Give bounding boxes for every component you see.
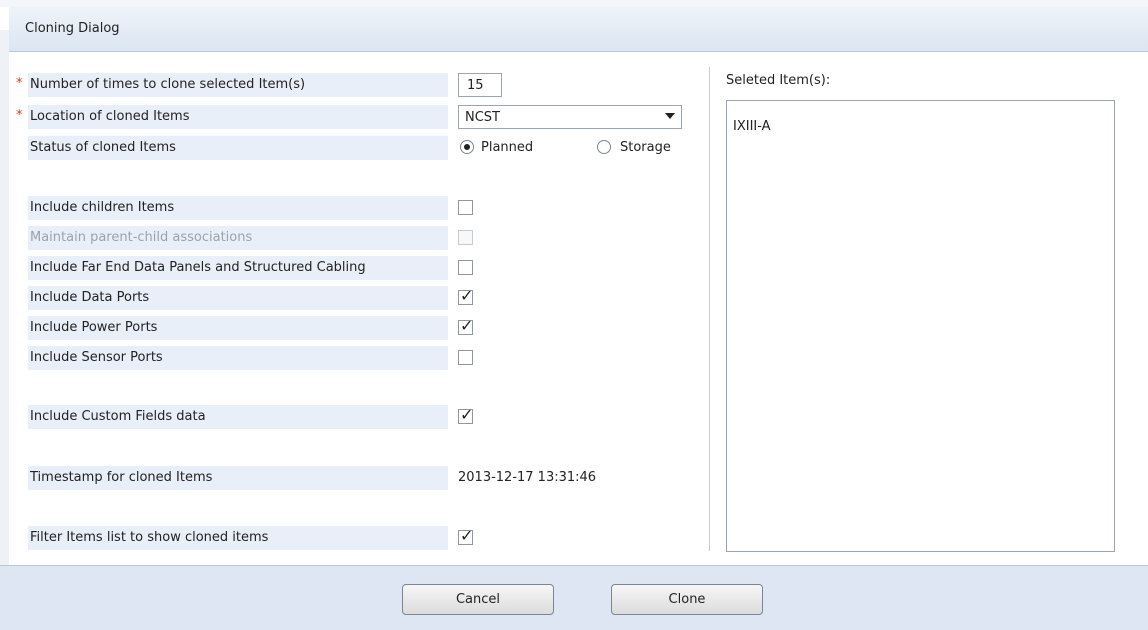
- required-asterisk: *: [16, 76, 23, 91]
- location-select-value: NCST: [465, 110, 500, 125]
- window-top-strip: [0, 0, 1148, 7]
- checkmark-icon: ✓: [460, 286, 474, 305]
- status-planned-radio[interactable]: [460, 140, 474, 154]
- option-label: Include Data Ports: [30, 290, 150, 305]
- option-label: Maintain parent-child associations: [30, 230, 253, 245]
- clone-button[interactable]: Clone: [611, 584, 763, 615]
- selected-items-header: Seleted Item(s):: [726, 73, 831, 88]
- filter-cloned-checkbox[interactable]: ✓: [458, 526, 473, 545]
- selected-items-list[interactable]: IXIII-A: [726, 100, 1115, 552]
- filter-label: Filter Items list to show cloned items: [30, 530, 269, 545]
- status-planned-label[interactable]: Planned: [481, 140, 533, 155]
- option-row: Include children Items: [28, 196, 448, 220]
- option-label: Include children Items: [30, 200, 175, 215]
- location-label: Location of cloned Items: [30, 109, 190, 124]
- cancel-button[interactable]: Cancel: [402, 584, 554, 615]
- include-data-ports-checkbox[interactable]: ✓: [458, 286, 473, 305]
- timestamp-row: Timestamp for cloned Items: [28, 466, 448, 490]
- clone-count-input[interactable]: 15: [458, 73, 502, 97]
- option-row: Include Power Ports: [28, 316, 448, 340]
- option-label: Include Far End Data Panels and Structur…: [30, 260, 366, 275]
- status-storage-radio[interactable]: [597, 140, 611, 154]
- include-power-ports-checkbox[interactable]: ✓: [458, 316, 473, 335]
- include-custom-fields-checkbox[interactable]: ✓: [458, 405, 473, 424]
- option-row: Include Sensor Ports: [28, 346, 448, 370]
- dialog-footer: [0, 565, 1148, 630]
- checkmark-icon: ✓: [460, 405, 474, 424]
- option-row: Maintain parent-child associations: [28, 226, 448, 250]
- dropdown-arrow-icon: [665, 113, 675, 119]
- clone-count-row: * Number of times to clone selected Item…: [16, 73, 448, 97]
- option-label: Include Custom Fields data: [30, 409, 206, 424]
- option-row: Include Far End Data Panels and Structur…: [28, 256, 448, 280]
- maintain-associations-checkbox: [458, 230, 473, 245]
- option-label: Include Power Ports: [30, 320, 158, 335]
- option-row: Include Custom Fields data: [28, 405, 448, 429]
- status-storage-label[interactable]: Storage: [620, 140, 671, 155]
- location-select[interactable]: NCST: [458, 105, 682, 129]
- include-far-end-checkbox[interactable]: [458, 260, 473, 275]
- dialog-titlebar: Cloning Dialog: [9, 7, 1148, 52]
- location-row: * Location of cloned Items: [16, 105, 448, 129]
- checkmark-icon: ✓: [460, 316, 474, 335]
- checkmark-icon: ✓: [460, 526, 474, 545]
- include-children-checkbox[interactable]: [458, 200, 473, 215]
- include-sensor-ports-checkbox[interactable]: [458, 350, 473, 365]
- option-row: Include Data Ports: [28, 286, 448, 310]
- dialog-title: Cloning Dialog: [25, 21, 120, 36]
- status-label: Status of cloned Items: [30, 140, 176, 155]
- required-asterisk: *: [16, 108, 23, 123]
- timestamp-label: Timestamp for cloned Items: [30, 470, 213, 485]
- filter-row: Filter Items list to show cloned items: [28, 526, 448, 550]
- timestamp-value: 2013-12-17 13:31:46: [458, 470, 597, 485]
- list-item[interactable]: IXIII-A: [733, 119, 771, 134]
- left-frame-edge: [0, 30, 9, 629]
- panel-divider: [709, 67, 710, 551]
- clone-count-label: Number of times to clone selected Item(s…: [30, 77, 306, 92]
- status-row: Status of cloned Items: [28, 136, 448, 160]
- option-label: Include Sensor Ports: [30, 350, 163, 365]
